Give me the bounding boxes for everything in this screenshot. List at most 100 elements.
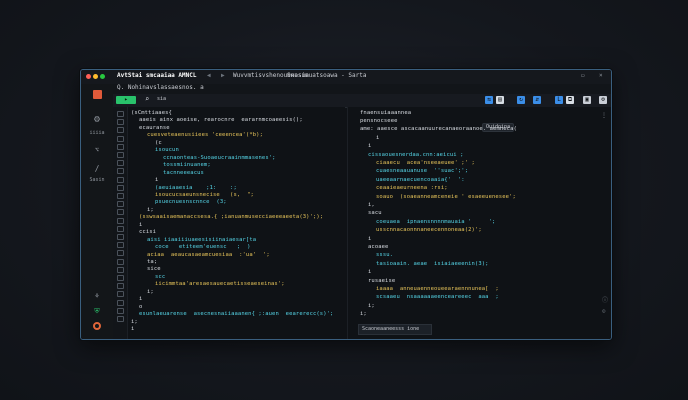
layout-icon[interactable]: ▭ [581, 72, 585, 79]
code-line: cuaesneaauanuse ''suac';'; [376, 168, 469, 175]
code-line: scsaaeu nsaaaaaaeenceareeec aaa ; [376, 294, 499, 301]
gutter-file-icon[interactable] [117, 242, 124, 249]
info-icon[interactable]: ⓘ [602, 295, 608, 304]
code-line: sice [147, 266, 161, 273]
toolbar: ▸ ⌕ sia ⇆ ▤ ↻ ⇵ L ⧉ ▣ ⚙ [113, 94, 611, 108]
minimize-window-button[interactable] [93, 74, 98, 79]
pane-menu-icon[interactable]: ⋮ [601, 112, 607, 119]
right-editor-pane[interactable]: fnaensuiaaannea Ouidoina ⋮ pensnocseee am… [347, 107, 611, 339]
code-line: (c [155, 139, 162, 146]
library-button[interactable]: L [555, 96, 563, 104]
search-input[interactable]: sia [157, 96, 166, 102]
gutter-file-icon[interactable] [117, 283, 124, 290]
gutter-file-icon[interactable] [117, 127, 124, 134]
gutter-file-icon[interactable] [117, 119, 124, 126]
code-line: psuecnuesnscnnce (3; [155, 199, 227, 206]
copy-button[interactable]: ⧉ [566, 96, 574, 104]
gutter-file-icon[interactable] [117, 184, 124, 191]
title-bar: AvtStai smcaaiaa AMNCL ◀ ▶ Wuvvmtisvshen… [81, 70, 611, 85]
activity-bar: ⚙ iiiia ⌥ ∕ Sasin ⚘ ⛨ [81, 84, 114, 339]
window-close-icon[interactable]: × [599, 72, 603, 79]
gutter-file-icon[interactable] [117, 152, 124, 158]
gutter-file-icon[interactable] [117, 225, 124, 232]
code-line: i [368, 235, 372, 242]
gutter-file-icon[interactable] [117, 143, 124, 150]
sync-button[interactable]: ⇵ [533, 96, 541, 104]
gutter-file-icon[interactable] [117, 160, 124, 167]
code-line: i; [360, 311, 367, 318]
code-line: i [376, 134, 380, 141]
ide-window: AvtStai smcaaiaa AMNCL ◀ ▶ Wuvvmtisvshen… [80, 69, 612, 340]
code-line: ecauranse [139, 124, 170, 131]
run-button[interactable]: ▸ [116, 96, 136, 104]
bell-icon[interactable]: ⊙ [602, 308, 606, 315]
status-text: Scaoneaaneesss ione [362, 326, 420, 332]
search-icon[interactable]: ⌕ [145, 95, 149, 103]
gutter-file-icon[interactable] [117, 135, 124, 142]
code-line: i; [147, 206, 154, 213]
code-line: aisi iiaaiiiuaeesisiinaiaesar[ta [147, 236, 257, 243]
gutter-file-icon[interactable] [117, 111, 124, 117]
gutter-file-icon[interactable] [117, 258, 124, 265]
gutter-file-icon[interactable] [117, 193, 124, 199]
stack-button[interactable]: ▣ [583, 96, 591, 104]
code-line: iicimmtaa'aresaesauecaetisseaeseinas'; [155, 281, 285, 288]
branch-icon[interactable]: ⌥ [81, 146, 113, 154]
close-window-button[interactable] [86, 74, 91, 79]
code-line: ciaaecu acea'nseeaeuee' ;' ; [376, 160, 475, 166]
code-line: i; [147, 288, 154, 295]
code-line: i; [131, 318, 138, 325]
gutter-file-icon[interactable] [117, 275, 124, 281]
code-line: sssu. [376, 252, 394, 259]
gutter-file-icon[interactable] [117, 299, 124, 306]
gutter-file-icon[interactable] [117, 176, 124, 183]
code-line: cuesveteaenusiiees 'ceeencea'(*b); [147, 132, 263, 139]
gutter-file-icon[interactable] [117, 209, 124, 216]
left-gutter [113, 107, 128, 339]
breadcrumb-secondary[interactable]: Swasumuatsoawa - Sarta [287, 72, 366, 79]
code-line: ccisi [139, 229, 157, 236]
gutter-file-icon[interactable] [117, 266, 124, 273]
code-line: ccnaonteas-Suoaeucraainmmasenes'; [163, 154, 276, 161]
shield-icon[interactable]: ⛨ [81, 307, 113, 316]
gutter-file-icon[interactable] [117, 291, 124, 298]
gutter-file-icon[interactable] [117, 250, 124, 257]
bug-icon[interactable]: ⚘ [81, 292, 113, 300]
refresh-button[interactable]: ↻ [517, 96, 525, 104]
code-line: sacu [368, 210, 382, 217]
code-line: tasioaain. aeae isiaiaeeenin(3); [376, 260, 489, 267]
code-line: usscnnacaonnnaneecennoneaa(2)'; [376, 227, 482, 234]
code-line: (sCmttiaaes{ [131, 110, 172, 116]
maximize-window-button[interactable] [100, 74, 105, 79]
code-line: i, [368, 202, 375, 208]
code-line: (sswsaaisaemanaccsesa.{ ;ianuanmusecciae… [139, 214, 324, 221]
gutter-file-icon[interactable] [117, 168, 124, 175]
back-icon[interactable]: ◀ [207, 72, 211, 79]
account-icon[interactable] [81, 322, 113, 332]
gutter-file-icon[interactable] [117, 307, 124, 314]
split-button[interactable]: ▤ [496, 96, 504, 104]
app-title: AvtStai smcaaiaa AMNCL [117, 72, 197, 79]
left-editor-pane[interactable]: (sCmttiaaes{aaeis ainx aoeise, rearocnre… [113, 107, 345, 339]
active-tab[interactable]: Q. Nohinavslassaesnos. a [117, 84, 204, 91]
gutter-file-icon[interactable] [117, 217, 124, 224]
settings-button[interactable]: ⚙ [599, 96, 607, 104]
code-line: i; [368, 302, 375, 309]
gutter-file-icon[interactable] [117, 316, 124, 322]
code-line: pensnocseee [360, 118, 398, 124]
activity-label-a: iiiia [89, 130, 105, 136]
forward-icon[interactable]: ▶ [221, 72, 225, 79]
code-line: tacnneeeacus [163, 169, 204, 176]
gutter-file-icon[interactable] [117, 201, 124, 208]
code-line: isoucun [155, 147, 179, 154]
status-field[interactable]: Scaoneaaneesss ione [358, 324, 432, 335]
gutter-file-icon[interactable] [117, 234, 124, 240]
code-line: i [139, 221, 143, 228]
format-button[interactable]: ⇆ [485, 96, 493, 104]
explorer-icon[interactable]: ⚙ [81, 114, 113, 125]
code-line: aaeis ainx aoeise, rearocnre eararnmcoae… [139, 117, 303, 124]
code-line: cissaouesnerdaa.cnn:aeicui ; [368, 151, 464, 158]
code-line: i [155, 177, 159, 184]
code-line: tossmiinuanem; [163, 162, 211, 169]
debug-icon[interactable]: ∕ [81, 164, 113, 173]
